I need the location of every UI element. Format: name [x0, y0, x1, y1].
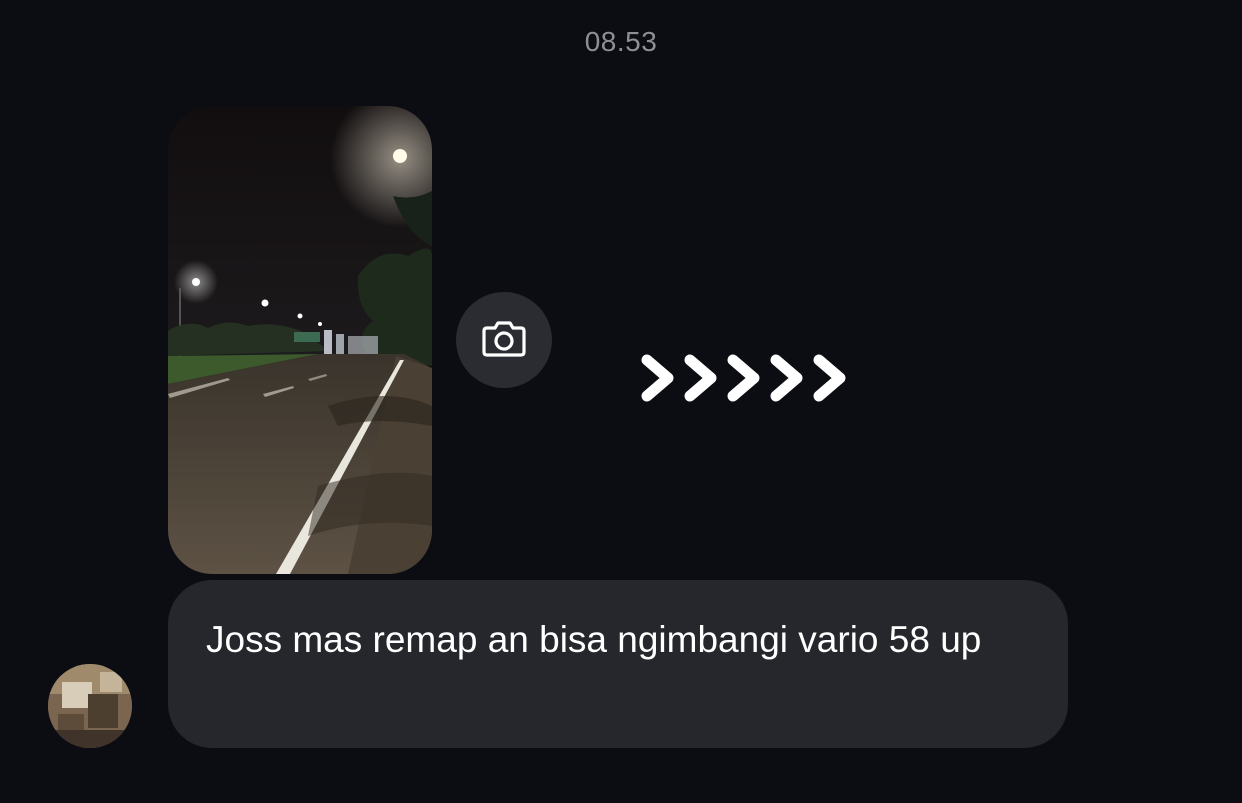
- message-timestamp: 08.53: [584, 26, 658, 57]
- message-text: Joss mas remap an bisa ngimbangi vario 5…: [206, 619, 982, 660]
- camera-icon: [482, 318, 526, 363]
- avatar[interactable]: [48, 664, 132, 748]
- message-bubble[interactable]: Joss mas remap an bisa ngimbangi vario 5…: [168, 580, 1068, 748]
- camera-button[interactable]: [456, 292, 552, 388]
- arrows-text: [638, 344, 858, 412]
- shared-photo[interactable]: [168, 106, 432, 574]
